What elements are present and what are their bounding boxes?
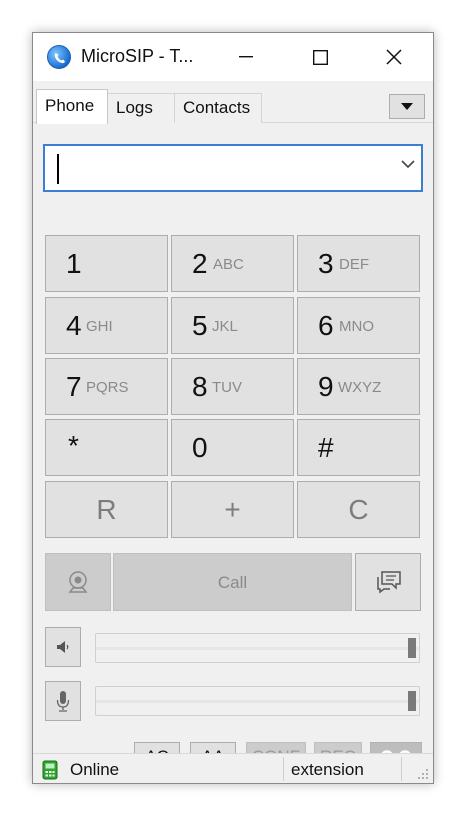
call-button[interactable]: Call	[113, 553, 352, 611]
slider-track	[96, 700, 419, 703]
status-divider	[401, 757, 402, 781]
key-8[interactable]: 8 TUV	[171, 358, 294, 415]
key-digit: 3	[318, 248, 334, 279]
message-icon	[377, 571, 401, 594]
tab-contacts[interactable]: Contacts	[174, 93, 262, 123]
dial-number-input[interactable]	[53, 152, 383, 186]
microsip-window: MicroSIP - T... Phone Logs Contacts 1 2	[32, 32, 434, 784]
key-letters: TUV	[212, 379, 242, 396]
dial-number-combobox[interactable]	[43, 144, 423, 192]
slider-track	[96, 647, 419, 650]
key-5[interactable]: 5 JKL	[171, 297, 294, 354]
plus-button[interactable]: +	[171, 481, 294, 538]
key-digit: 9	[318, 371, 334, 402]
title-bar: MicroSIP - T...	[33, 33, 433, 81]
call-label: Call	[217, 573, 248, 592]
key-letters: MNO	[339, 318, 374, 335]
key-letters: ABC	[213, 256, 244, 273]
microphone-icon	[56, 691, 70, 712]
slider-thumb[interactable]	[408, 691, 416, 711]
tab-bar: Phone Logs Contacts	[33, 81, 433, 124]
key-letters: WXYZ	[338, 379, 382, 396]
key-digit: 0	[192, 432, 208, 463]
key-letters: GHI	[86, 318, 113, 335]
key-9[interactable]: 9 WXYZ	[297, 358, 420, 415]
minimize-button[interactable]	[223, 33, 269, 81]
key-6[interactable]: 6 MNO	[297, 297, 420, 354]
video-call-button[interactable]	[45, 553, 111, 611]
key-digit: #	[318, 432, 334, 463]
key-letters: JKL	[212, 318, 238, 335]
tab-phone[interactable]: Phone	[36, 89, 108, 124]
video-call-icon	[68, 571, 88, 593]
key-digit: 6	[318, 310, 334, 341]
status-divider	[283, 757, 284, 781]
speaker-volume-slider[interactable]	[95, 633, 420, 663]
key-digit: 2	[192, 248, 208, 279]
key-7[interactable]: 7 PQRS	[45, 358, 168, 415]
chevron-down-icon[interactable]	[401, 160, 415, 169]
close-button[interactable]	[371, 33, 417, 81]
key-3[interactable]: 3 DEF	[297, 235, 420, 292]
redial-label: R	[96, 494, 117, 525]
key-digit: 8	[192, 371, 208, 402]
plus-label: +	[224, 494, 241, 525]
microphone-mute-button[interactable]	[45, 681, 81, 721]
redial-button[interactable]: R	[45, 481, 168, 538]
clear-label: C	[348, 494, 369, 525]
message-button[interactable]	[355, 553, 421, 611]
key-digit: 5	[192, 310, 208, 341]
status-bar: Online extension	[33, 753, 433, 783]
key-hash[interactable]: #	[297, 419, 420, 476]
online-phone-icon	[42, 760, 58, 780]
microphone-volume-slider[interactable]	[95, 686, 420, 716]
slider-thumb[interactable]	[408, 638, 416, 658]
speaker-icon	[57, 641, 69, 653]
key-4[interactable]: 4 GHI	[45, 297, 168, 354]
key-0[interactable]: 0	[171, 419, 294, 476]
key-star[interactable]: *	[45, 419, 168, 476]
speaker-mute-button[interactable]	[45, 627, 81, 667]
triangle-down-icon	[401, 103, 413, 110]
clear-button[interactable]: C	[297, 481, 420, 538]
key-digit: 4	[66, 310, 82, 341]
maximize-button[interactable]	[297, 33, 343, 81]
phone-panel: 1 2 ABC 3 DEF 4 GHI 5 JKL 6 MNO 7 PQRS 8	[33, 123, 433, 772]
key-2[interactable]: 2 ABC	[171, 235, 294, 292]
key-digit: *	[68, 430, 79, 461]
window-title: MicroSIP - T...	[81, 46, 194, 66]
key-letters: PQRS	[86, 379, 129, 396]
tab-logs[interactable]: Logs	[107, 93, 175, 123]
key-letters: DEF	[339, 256, 369, 273]
key-digit: 7	[66, 371, 82, 402]
account-name[interactable]: extension	[291, 760, 364, 780]
status-text[interactable]: Online	[70, 760, 119, 780]
key-digit: 1	[66, 248, 82, 279]
key-1[interactable]: 1	[45, 235, 168, 292]
main-menu-button[interactable]	[389, 94, 425, 119]
resize-grip-icon[interactable]	[417, 768, 429, 780]
microsip-icon	[47, 45, 71, 69]
